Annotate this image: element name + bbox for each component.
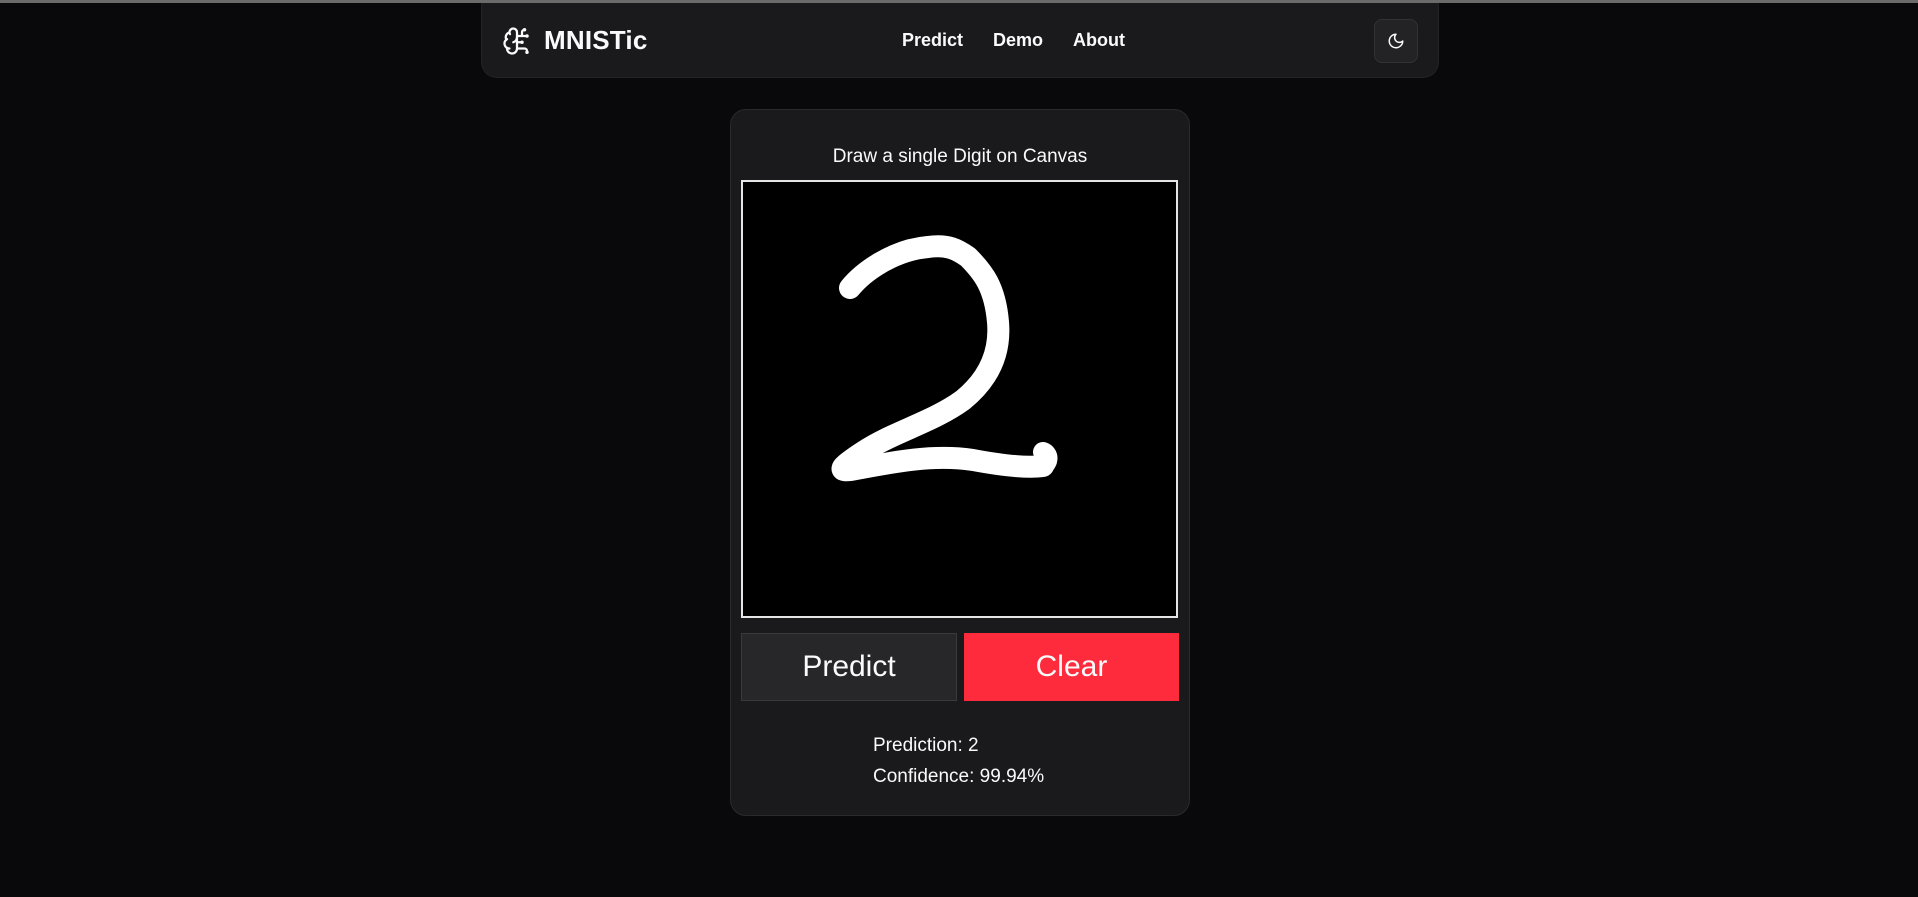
nav-link-about[interactable]: About [1073,30,1125,51]
predict-button[interactable]: Predict [741,633,957,701]
nav-link-demo[interactable]: Demo [993,30,1043,51]
clear-button[interactable]: Clear [964,633,1179,701]
theme-toggle-button[interactable] [1374,19,1418,63]
handwritten-digit-stroke [831,235,1058,482]
drawing-canvas[interactable] [741,180,1178,618]
brand-name: MNISTic [544,25,648,55]
brand[interactable]: MNISTic [502,25,648,56]
brain-icon [503,26,529,55]
prediction-card: Draw a single Digit on Canvas Predict Cl… [730,109,1190,816]
moon-icon [1388,33,1404,49]
prediction-text: Prediction: 2 [873,735,979,756]
main-nav: Predict Demo About [902,30,1125,51]
canvas-instruction: Draw a single Digit on Canvas [832,146,1088,167]
navbar: MNISTic Predict Demo About [481,3,1439,78]
nav-link-predict[interactable]: Predict [902,30,963,51]
prediction-results: Prediction: 2 Confidence: 99.94% [873,730,1044,792]
confidence-text: Confidence: 99.94% [873,766,1045,787]
